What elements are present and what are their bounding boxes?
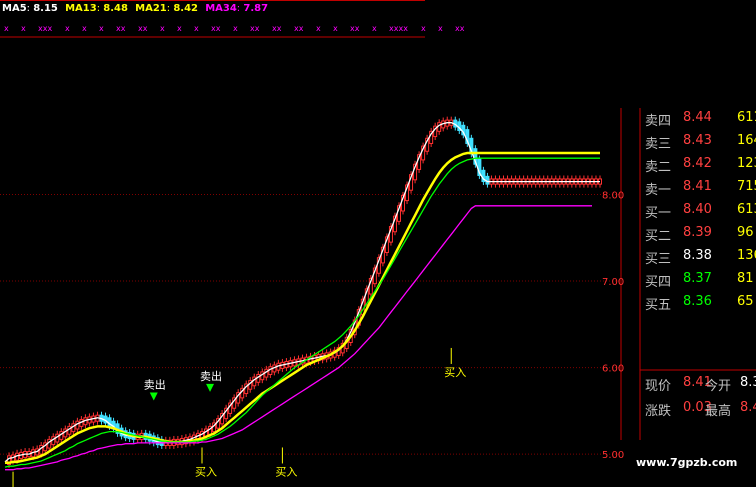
legend-ma21: MA21: 8.42 (135, 3, 198, 14)
summary-label2: 最高 (705, 404, 732, 419)
y-tick-label: 8.00 (602, 191, 624, 202)
order-price: 8.39 (683, 225, 712, 240)
order-label: 买四 (645, 275, 672, 290)
order-price: 8.44 (683, 110, 712, 125)
order-volume: 1230 (737, 156, 756, 171)
signal-mark: xx (250, 24, 260, 33)
sell-label: 卖出 (144, 378, 166, 392)
order-price: 8.43 (683, 133, 712, 148)
order-price: 8.42 (683, 156, 712, 171)
candlesticks (7, 116, 602, 468)
signal-mark: x (233, 24, 238, 33)
order-volume: 611 (737, 110, 756, 125)
legend-ma5: MA5: 8.15 (2, 3, 58, 14)
order-price: 8.38 (683, 248, 712, 263)
order-label: 卖一 (645, 183, 672, 198)
signal-mark: xx (294, 24, 304, 33)
order-label: 买一 (645, 206, 672, 221)
signal-mark: x (421, 24, 426, 33)
signal-mark: x (160, 24, 165, 33)
order-label: 卖四 (645, 114, 672, 129)
buy-label: 买入 (275, 465, 297, 478)
summary-label: 涨跌 (645, 404, 672, 419)
order-label: 买三 (645, 252, 672, 267)
signal-mark: xx (116, 24, 126, 33)
order-price: 8.37 (683, 271, 712, 286)
signal-mark: xx (272, 24, 282, 33)
legend-ma13: MA13: 8.48 (65, 3, 128, 14)
order-volume: 613 (737, 202, 756, 217)
buy-label: 买入 (444, 366, 466, 379)
order-volume: 81 (737, 271, 754, 286)
order-price: 8.36 (683, 294, 712, 309)
order-volume: 715 (737, 179, 756, 194)
signal-mark: x (82, 24, 87, 33)
signal-mark: xxx (38, 24, 52, 33)
y-tick-label: 7.00 (602, 277, 624, 288)
watermark-text: www.7gpzb.com (636, 456, 738, 469)
signal-mark: x (372, 24, 377, 33)
y-tick-label: 5.00 (602, 450, 624, 461)
order-label: 卖三 (645, 137, 672, 152)
signal-mark: x (21, 24, 26, 33)
order-volume: 65 (737, 294, 754, 309)
sell-arrow (149, 392, 158, 401)
signal-mark: x (316, 24, 321, 33)
signal-mark: x (438, 24, 443, 33)
series-line-ma34 (5, 205, 592, 471)
sell-arrow (206, 383, 215, 392)
summary-label: 现价 (645, 379, 672, 394)
signal-mark: x (4, 24, 9, 33)
signal-mark: x (65, 24, 70, 33)
order-label: 买二 (645, 229, 672, 244)
summary-label2: 今开 (705, 379, 732, 394)
legend-ma34: MA34: 7.87 (205, 3, 269, 14)
series-line-ma5 (4, 122, 600, 463)
signal-mark: x (177, 24, 182, 33)
price-chart: xxxxxxxxxxxxxxxxxxxxxxxxxxxxxxxxxxxxx 买入… (0, 0, 756, 487)
signal-mark: x (194, 24, 199, 33)
order-price: 8.40 (683, 202, 712, 217)
signal-mark: xxxx (389, 24, 408, 33)
summary-value2: 8.30 (740, 375, 756, 390)
signal-mark: xx (350, 24, 360, 33)
order-price: 8.41 (683, 179, 712, 194)
order-volume: 1641 (737, 133, 756, 148)
order-volume: 96 (737, 225, 754, 240)
signal-mark: x (333, 24, 338, 33)
signal-mark: xx (455, 24, 465, 33)
order-label: 卖二 (645, 160, 672, 175)
y-tick-label: 6.00 (602, 364, 624, 375)
signal-mark: x (99, 24, 104, 33)
order-label: 买五 (645, 298, 672, 313)
signal-mark: xx (211, 24, 221, 33)
signal-mark: xx (138, 24, 148, 33)
summary-value2: 8.4 (740, 400, 756, 415)
indicator-legend: MA5: 8.15 MA13: 8.48 MA21: 8.42 MA34: 7.… (2, 3, 272, 15)
sell-label: 卖出 (200, 369, 222, 383)
order-volume: 1360 (737, 248, 756, 263)
buy-label: 买入 (195, 465, 217, 478)
